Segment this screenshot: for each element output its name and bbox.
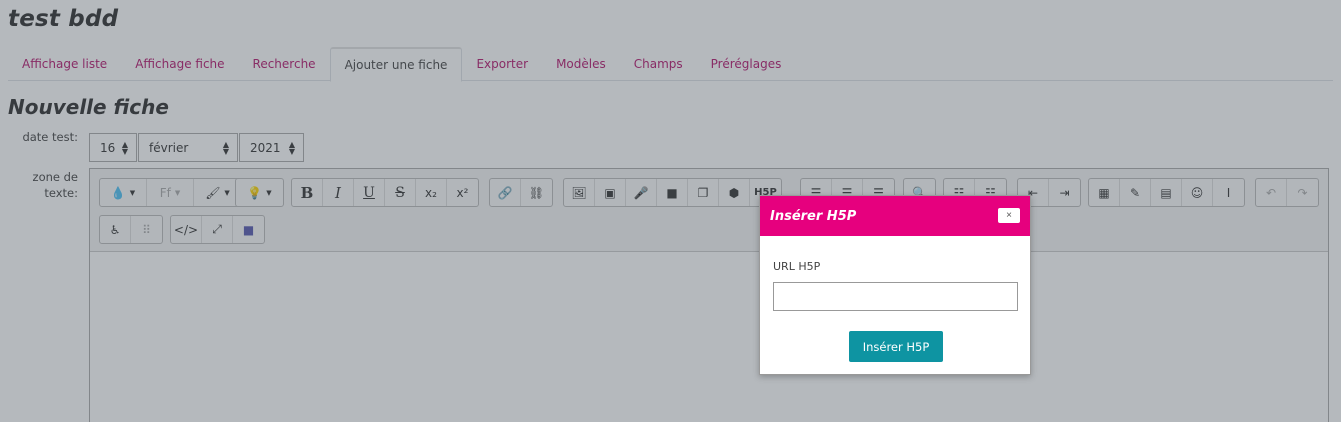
insert-h5p-button[interactable]: Insérer H5P [849, 331, 943, 362]
modal-backdrop[interactable] [0, 0, 1341, 422]
dialog-header: Insérer H5P [760, 196, 1030, 236]
dialog-title: Insérer H5P [770, 208, 857, 224]
insert-h5p-dialog: Insérer H5P × URL H5P Insérer H5P [759, 195, 1031, 375]
url-h5p-input[interactable] [773, 282, 1018, 311]
url-field-label: URL H5P [773, 260, 821, 273]
close-button[interactable]: × [998, 208, 1020, 223]
